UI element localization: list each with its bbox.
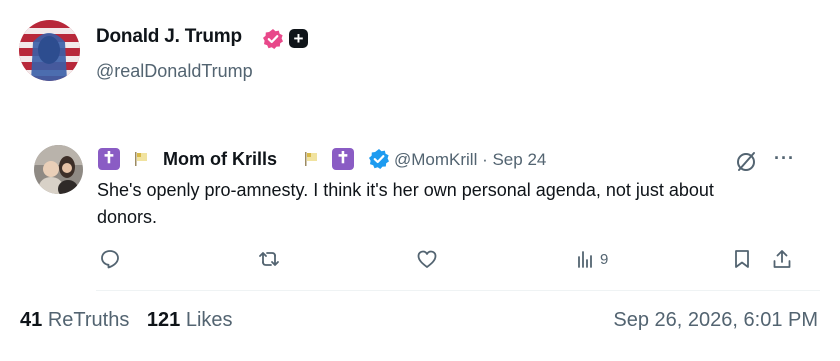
views-count: 9 bbox=[600, 250, 609, 268]
author-name[interactable]: Donald J. Trump bbox=[96, 26, 242, 48]
quoted-handle-date[interactable]: @MomKrill · Sep 24 bbox=[394, 150, 546, 170]
more-icon[interactable]: ··· bbox=[774, 148, 795, 169]
views-button[interactable]: 9 bbox=[574, 246, 608, 272]
share-button[interactable] bbox=[771, 246, 793, 272]
divider bbox=[96, 290, 820, 291]
retruths-count[interactable]: 41 bbox=[20, 309, 42, 331]
views-icon bbox=[578, 251, 592, 268]
engagement-stats: 41 ReTruths 121 Likes bbox=[20, 309, 245, 332]
repost-button[interactable] bbox=[258, 246, 280, 272]
reply-icon bbox=[101, 250, 119, 269]
likes-label[interactable]: Likes bbox=[186, 309, 233, 331]
plus-badge-icon: + bbox=[289, 29, 308, 48]
verified-badge-icon bbox=[263, 29, 283, 49]
flag-icon bbox=[135, 152, 147, 166]
blue-check-icon bbox=[369, 149, 389, 169]
author-avatar[interactable] bbox=[19, 20, 80, 81]
quoted-post-text: She's openly pro-amnesty. I think it's h… bbox=[97, 180, 714, 227]
retruths-label[interactable]: ReTruths bbox=[48, 309, 130, 331]
grok-icon[interactable] bbox=[734, 149, 758, 173]
cross-badge-icon: ✝ bbox=[98, 148, 120, 170]
cross-badge-icon: ✝ bbox=[332, 148, 354, 170]
share-icon bbox=[773, 250, 791, 268]
repost-icon bbox=[259, 252, 279, 266]
heart-icon bbox=[417, 250, 437, 268]
quoted-author-name[interactable]: Mom of Krills bbox=[163, 149, 277, 170]
post-timestamp[interactable]: Sep 26, 2026, 6:01 PM bbox=[613, 309, 818, 332]
quoted-post-header: ✝ Mom of Krills ✝ @MomKrill · Sep 24 bbox=[97, 147, 797, 171]
flag-icon bbox=[305, 152, 317, 166]
author-handle[interactable]: @realDonaldTrump bbox=[96, 61, 253, 82]
likes-count[interactable]: 121 bbox=[147, 309, 180, 331]
bookmark-icon bbox=[735, 250, 749, 268]
like-button[interactable] bbox=[416, 246, 438, 272]
reply-button[interactable] bbox=[99, 246, 121, 272]
quoted-author-avatar[interactable] bbox=[34, 145, 83, 194]
bookmark-button[interactable] bbox=[731, 246, 753, 272]
post-view: Donald J. Trump + @realDonaldTrump ✝ Mom… bbox=[0, 0, 840, 361]
